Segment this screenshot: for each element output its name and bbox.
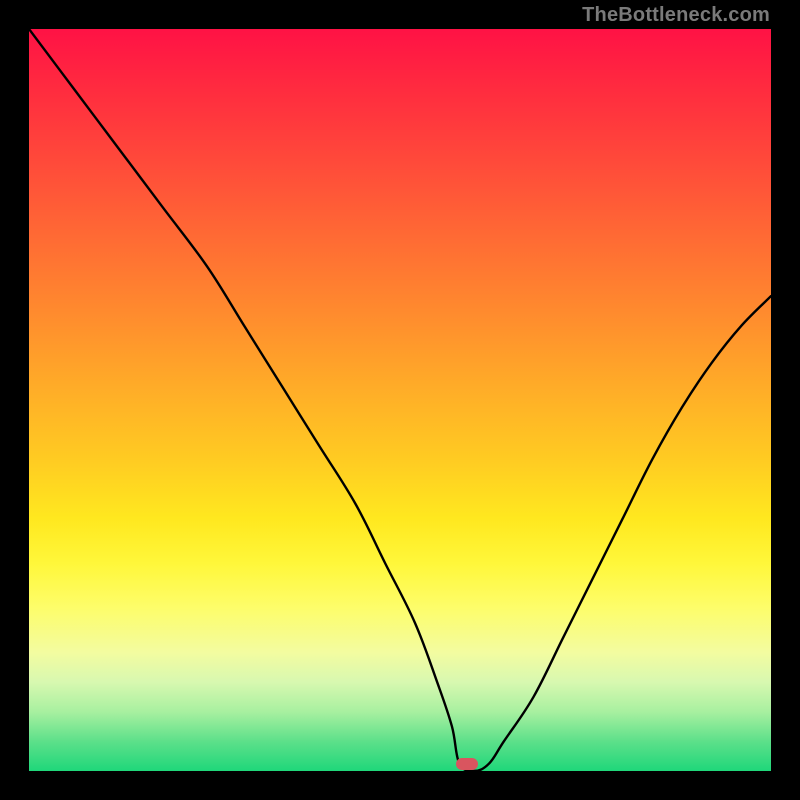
bottleneck-curve [29,29,771,771]
minimum-marker-icon [456,758,478,770]
chart-frame: TheBottleneck.com [0,0,800,800]
watermark-text: TheBottleneck.com [582,4,770,27]
chart-plot-area [29,29,771,771]
